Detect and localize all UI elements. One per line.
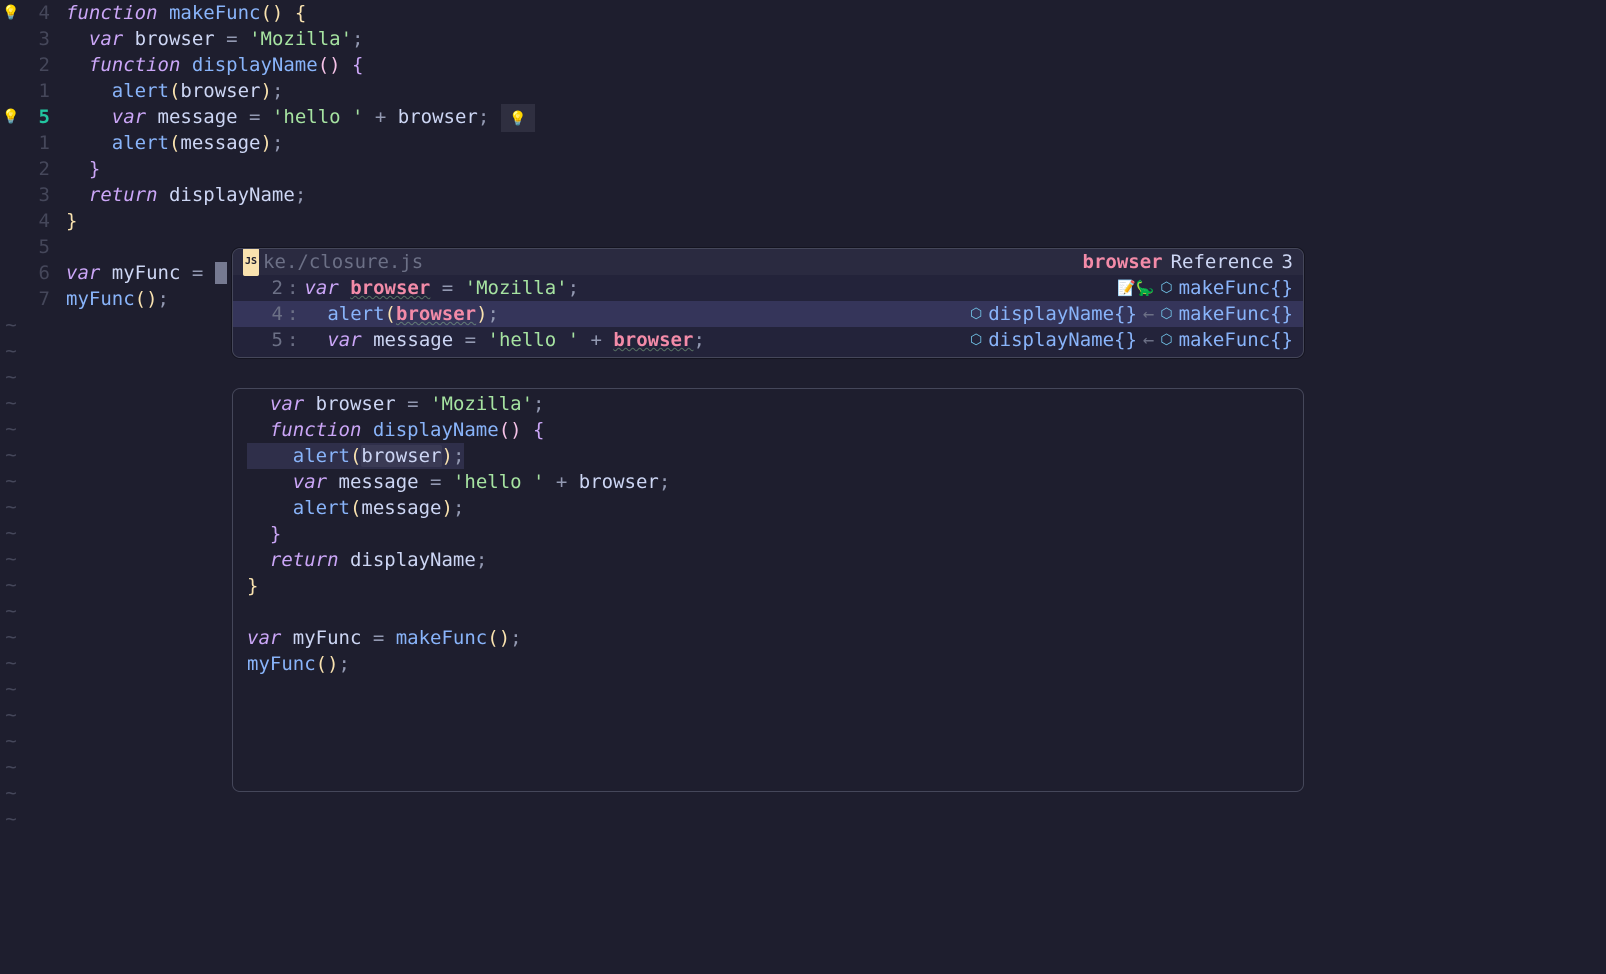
reference-label: Reference (1171, 249, 1274, 275)
code-line[interactable]: var message = 'hello ' + browser;💡 (66, 104, 1606, 130)
line-number: 5 (22, 104, 50, 130)
reference-row[interactable]: 2:var browser = 'Mozilla';📝🦕 ⬡ makeFunc{… (233, 275, 1303, 301)
sign-cell (0, 78, 22, 104)
cube-icon: ⬡ (970, 327, 982, 353)
code-line[interactable]: alert(browser); (66, 78, 1606, 104)
references-list[interactable]: 2:var browser = 'Mozilla';📝🦕 ⬡ makeFunc{… (233, 275, 1303, 357)
matched-word: browser (350, 275, 430, 301)
file-prefix: ke (263, 251, 286, 273)
file-path: ./closure.js (286, 251, 423, 273)
preview-line[interactable]: } (247, 573, 1289, 599)
arrow-left-icon: ← (1143, 301, 1154, 327)
preview-panel[interactable]: var browser = 'Mozilla'; function displa… (232, 388, 1304, 792)
note-icon: 📝🦕 (1117, 275, 1154, 301)
line-number: 6 (22, 260, 50, 286)
reference-scope: 📝🦕 ⬡ makeFunc{} (1117, 275, 1293, 301)
line-number: 5 (22, 234, 50, 260)
cube-icon: ⬡ (970, 301, 982, 327)
cube-icon: ⬡ (1160, 275, 1172, 301)
preview-line[interactable]: var browser = 'Mozilla'; (247, 391, 1289, 417)
code-line[interactable]: } (66, 156, 1606, 182)
reference-line-number: 2 (251, 275, 283, 301)
code-line[interactable]: var browser = 'Mozilla'; (66, 26, 1606, 52)
references-header: JS ke./closure.js browser Reference 3 (233, 249, 1303, 275)
sign-cell (0, 234, 22, 260)
line-number-gutter: 432151234567 (22, 0, 56, 974)
code-line[interactable]: function makeFunc() { (66, 0, 1606, 26)
code-line[interactable]: } (66, 208, 1606, 234)
js-file-icon: JS (243, 248, 259, 276)
matched-word: browser (396, 301, 476, 327)
preview-line[interactable]: alert(browser); (247, 443, 1289, 469)
preview-line[interactable]: } (247, 521, 1289, 547)
preview-line[interactable]: var message = 'hello ' + browser; (247, 469, 1289, 495)
preview-line[interactable]: var myFunc = makeFunc(); (247, 625, 1289, 651)
reference-row[interactable]: 4: alert(browser);⬡ displayName{} ← ⬡ ma… (233, 301, 1303, 327)
preview-line[interactable]: function displayName() { (247, 417, 1289, 443)
reference-scope: ⬡ displayName{} ← ⬡ makeFunc{} (970, 327, 1293, 353)
line-number: 7 (22, 286, 50, 312)
lightbulb-icon[interactable]: 💡 (2, 0, 19, 26)
sign-cell (0, 182, 22, 208)
sign-cell (0, 130, 22, 156)
line-number: 4 (22, 208, 50, 234)
lightbulb-icon[interactable]: 💡 (2, 104, 19, 130)
sign-cell: 💡 (0, 104, 22, 130)
cube-icon: ⬡ (1160, 301, 1172, 327)
reference-line-number: 4 (251, 301, 283, 327)
sign-cell (0, 52, 22, 78)
code-line[interactable]: alert(message); (66, 130, 1606, 156)
reference-scope: ⬡ displayName{} ← ⬡ makeFunc{} (970, 301, 1293, 327)
line-number: 4 (22, 0, 50, 26)
preview-line[interactable]: return displayName; (247, 547, 1289, 573)
line-number: 1 (22, 78, 50, 104)
sign-cell (0, 260, 22, 286)
reference-count: 3 (1282, 249, 1293, 275)
line-number: 1 (22, 130, 50, 156)
sign-column: 💡💡~~~~~~~~~~~~~~~~~~~~ (0, 0, 22, 974)
cube-icon: ⬡ (1160, 327, 1172, 353)
sign-cell (0, 208, 22, 234)
reference-row[interactable]: 5: var message = 'hello ' + browser;⬡ di… (233, 327, 1303, 353)
sign-cell (0, 286, 22, 312)
cursor (215, 262, 227, 284)
line-number: 2 (22, 52, 50, 78)
code-line[interactable]: function displayName() { (66, 52, 1606, 78)
inline-lightbulb-icon[interactable]: 💡 (501, 104, 534, 132)
matched-word: browser (613, 327, 693, 353)
line-number: 3 (22, 26, 50, 52)
code-line[interactable]: return displayName; (66, 182, 1606, 208)
references-popup[interactable]: JS ke./closure.js browser Reference 3 2:… (232, 248, 1304, 358)
sign-cell (0, 26, 22, 52)
preview-line[interactable]: alert(message); (247, 495, 1289, 521)
sign-cell (0, 156, 22, 182)
preview-line[interactable] (247, 599, 1289, 625)
reference-word: browser (1083, 249, 1163, 275)
reference-line-number: 5 (251, 327, 283, 353)
sign-cell: 💡 (0, 0, 22, 26)
preview-line[interactable]: myFunc(); (247, 651, 1289, 677)
line-number: 3 (22, 182, 50, 208)
arrow-left-icon: ← (1143, 327, 1154, 353)
line-number: 2 (22, 156, 50, 182)
